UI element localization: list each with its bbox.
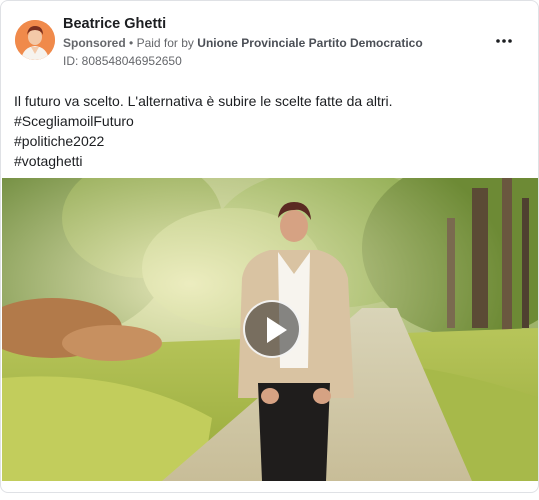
- paid-for-label: Paid for by: [136, 36, 194, 50]
- play-button[interactable]: [243, 300, 301, 358]
- video-player[interactable]: [2, 178, 538, 481]
- hashtag-scegliamoilfuturo[interactable]: #ScegliamoilFuturo: [14, 111, 526, 131]
- ad-id: ID: 808548046952650: [63, 54, 182, 68]
- avatar[interactable]: [15, 20, 55, 60]
- sponsored-label: Sponsored: [63, 36, 126, 50]
- more-horizontal-icon: [496, 39, 512, 43]
- hashtag-politiche2022[interactable]: #politiche2022: [14, 131, 526, 151]
- post-meta: Beatrice Ghetti Sponsored • Paid for by …: [63, 13, 486, 70]
- separator-dot: •: [129, 36, 134, 50]
- post-text-line: Il futuro va scelto. L'alternativa è sub…: [14, 93, 393, 109]
- author-name[interactable]: Beatrice Ghetti: [63, 14, 486, 34]
- hashtag-votaghetti[interactable]: #votaghetti: [14, 151, 526, 171]
- post-header: Beatrice Ghetti Sponsored • Paid for by …: [13, 13, 526, 73]
- ad-card: Beatrice Ghetti Sponsored • Paid for by …: [0, 0, 539, 493]
- paid-for-organization: Unione Provinciale Partito Democratico: [197, 36, 423, 50]
- sponsorship-line: Sponsored • Paid for by Unione Provincia…: [63, 34, 486, 52]
- avatar-image: [15, 20, 55, 60]
- more-options-button[interactable]: [490, 31, 518, 51]
- post-text: Il futuro va scelto. L'alternativa è sub…: [14, 91, 526, 171]
